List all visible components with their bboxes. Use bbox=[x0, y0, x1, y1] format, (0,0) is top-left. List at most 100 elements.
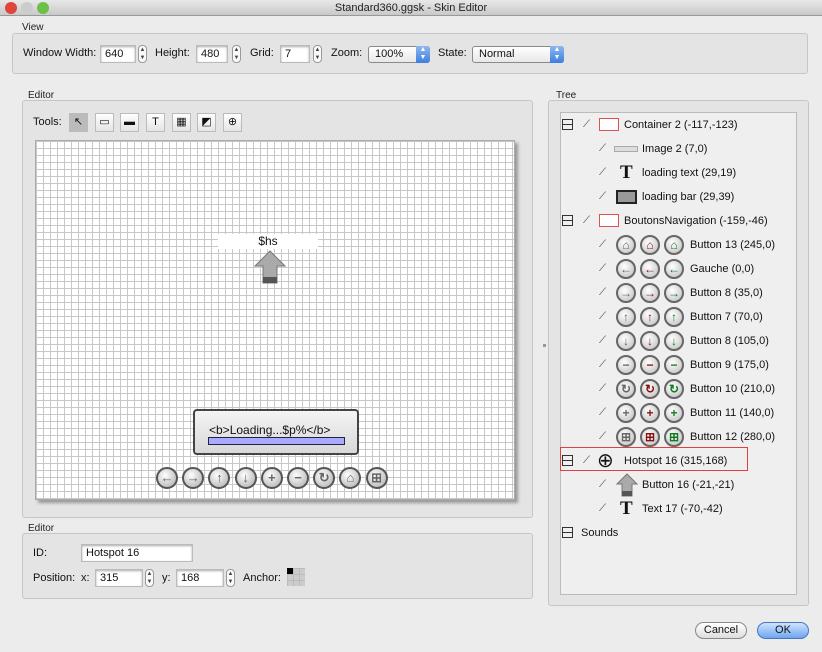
edit-pencil-icon[interactable]: ⟋ bbox=[599, 139, 606, 159]
grid-label: Grid: bbox=[250, 47, 274, 59]
id-label: ID: bbox=[33, 547, 48, 559]
title-bar: Standard360.ggsk - Skin Editor bbox=[0, 0, 822, 16]
cancel-button[interactable]: Cancel bbox=[695, 622, 747, 639]
button-state-icon: ↻ bbox=[616, 379, 636, 399]
edit-pencil-icon[interactable]: ⟋ bbox=[599, 379, 606, 399]
edit-pencil-icon[interactable]: ⟋ bbox=[599, 187, 606, 207]
button-state-icon: ← bbox=[640, 259, 660, 279]
tree-item[interactable]: ⟋ ⌂ ⌂ ⌂ Button 13 (245,0) bbox=[0, 235, 822, 255]
edit-pencil-icon[interactable]: ⟋ bbox=[599, 259, 606, 279]
minimize-button[interactable] bbox=[21, 2, 33, 14]
button-state-icon: ⌂ bbox=[640, 235, 660, 255]
button-state-icon: − bbox=[616, 355, 636, 375]
container-icon bbox=[599, 214, 619, 227]
tree-item[interactable]: ⟋ → → → Button 8 (35,0) bbox=[0, 283, 822, 303]
grid-input[interactable]: 7 bbox=[280, 45, 310, 63]
button-state-icon: ↓ bbox=[616, 331, 636, 351]
button-state-icon: + bbox=[640, 403, 660, 423]
tree-item[interactable]: ⟋ Tloading text (29,19) bbox=[0, 163, 822, 183]
edit-pencil-icon[interactable]: ⟋ bbox=[599, 283, 606, 303]
button-state-icon: ← bbox=[616, 259, 636, 279]
tree-item[interactable]: ⟋ ↓ ↓ ↓ Button 8 (105,0) bbox=[0, 331, 822, 351]
edit-pencil-icon[interactable]: ⟋ bbox=[599, 475, 606, 495]
rectangle-icon bbox=[616, 190, 637, 204]
button-state-icon: → bbox=[664, 283, 684, 303]
zoom-label: Zoom: bbox=[331, 47, 363, 59]
window-width-stepper[interactable]: ▲ ▼ bbox=[138, 45, 147, 63]
anchor-grid[interactable] bbox=[287, 568, 305, 586]
button-state-icon: ⊞ bbox=[664, 427, 684, 447]
edit-pencil-icon[interactable]: ⟋ bbox=[599, 307, 606, 327]
button-state-icon: ← bbox=[664, 259, 684, 279]
x-input[interactable]: 315 bbox=[95, 569, 143, 587]
close-button[interactable] bbox=[5, 2, 17, 14]
x-stepper[interactable]: ▲ ▼ bbox=[145, 569, 154, 587]
grid-stepper[interactable]: ▲ ▼ bbox=[313, 45, 322, 63]
button-state-icon: → bbox=[640, 283, 660, 303]
tree-item[interactable]: ⟋ Button 16 (-21,-21) bbox=[0, 473, 822, 497]
tree-item[interactable]: ⟋ ← ← ← Gauche (0,0) bbox=[0, 259, 822, 279]
tree-item[interactable]: ⟋ + + + Button 11 (140,0) bbox=[0, 403, 822, 423]
zoom-button[interactable] bbox=[37, 2, 49, 14]
tree-item[interactable]: ⟋ Image 2 (7,0) bbox=[0, 139, 822, 159]
button-state-icon: ↻ bbox=[664, 379, 684, 399]
button-state-icon: ⊞ bbox=[616, 427, 636, 447]
button-state-icon: ↑ bbox=[616, 307, 636, 327]
tree-item[interactable]: ⟋ ↑ ↑ ↑ Button 7 (70,0) bbox=[0, 307, 822, 327]
ok-button[interactable]: OK bbox=[757, 622, 809, 639]
button-state-icon: ↑ bbox=[664, 307, 684, 327]
edit-pencil-icon[interactable]: ⟋ bbox=[599, 235, 606, 255]
anchor-selected bbox=[287, 568, 293, 574]
anchor-label: Anchor: bbox=[243, 572, 281, 584]
view-label: View bbox=[22, 22, 44, 33]
collapse-icon[interactable] bbox=[562, 215, 573, 226]
edit-pencil-icon[interactable]: ⟋ bbox=[599, 163, 606, 183]
tree-item[interactable]: ⟋ ↻ ↻ ↻ Button 10 (210,0) bbox=[0, 379, 822, 399]
height-stepper[interactable]: ▲ ▼ bbox=[232, 45, 241, 63]
y-label: y: bbox=[162, 572, 171, 584]
edit-pencil-icon[interactable]: ⟋ bbox=[599, 355, 606, 375]
edit-pencil-icon[interactable]: ⟋ bbox=[599, 403, 606, 423]
splitter-handle[interactable] bbox=[543, 344, 546, 347]
collapse-icon[interactable] bbox=[562, 527, 573, 538]
edit-pencil-icon[interactable]: ⟋ bbox=[583, 211, 590, 231]
edit-pencil-icon[interactable]: ⟋ bbox=[583, 115, 590, 135]
tree-item[interactable]: ⟋ loading bar (29,39) bbox=[0, 187, 822, 207]
tree-item[interactable]: ⟋ ⊞ ⊞ ⊞ Button 12 (280,0) bbox=[0, 427, 822, 447]
button-state-icon: ↓ bbox=[664, 331, 684, 351]
tree-item[interactable]: ⟋ BoutonsNavigation (-159,-46) bbox=[0, 211, 822, 231]
tree-item[interactable]: ⟋ − − − Button 9 (175,0) bbox=[0, 355, 822, 375]
button-state-icon: ↻ bbox=[640, 379, 660, 399]
state-label: State: bbox=[438, 47, 467, 59]
image-icon bbox=[614, 146, 638, 152]
x-label: x: bbox=[81, 572, 90, 584]
properties-panel bbox=[22, 533, 533, 599]
container-icon bbox=[599, 118, 619, 131]
y-stepper[interactable]: ▲ ▼ bbox=[226, 569, 235, 587]
edit-pencil-icon[interactable]: ⟋ bbox=[599, 331, 606, 351]
button-state-icon: ↑ bbox=[640, 307, 660, 327]
button-state-icon: ⌂ bbox=[664, 235, 684, 255]
state-select[interactable]: Normal ▲ ▼ bbox=[472, 46, 564, 63]
height-input[interactable]: 480 bbox=[196, 45, 228, 63]
edit-pencil-icon[interactable]: ⟋ bbox=[599, 499, 606, 519]
id-input[interactable]: Hotspot 16 bbox=[81, 544, 193, 562]
window-width-label: Window Width: bbox=[23, 47, 97, 59]
tree-item[interactable]: ⟋ Container 2 (-117,-123) bbox=[0, 115, 822, 135]
zoom-select[interactable]: 100% ▲ ▼ bbox=[368, 46, 430, 63]
state-value: Normal bbox=[479, 48, 515, 60]
button-state-icon: ⊞ bbox=[640, 427, 660, 447]
position-label: Position: bbox=[33, 572, 76, 584]
button-state-icon: ⌂ bbox=[616, 235, 636, 255]
chevron-updown-icon: ▲ ▼ bbox=[550, 46, 564, 63]
text-icon: T bbox=[620, 498, 633, 519]
y-input[interactable]: 168 bbox=[176, 569, 224, 587]
collapse-icon[interactable] bbox=[562, 119, 573, 130]
chevron-updown-icon: ▲ ▼ bbox=[416, 46, 430, 63]
edit-pencil-icon[interactable]: ⟋ bbox=[599, 427, 606, 447]
zoom-value: 100% bbox=[375, 48, 404, 60]
window-width-input[interactable]: 640 bbox=[100, 45, 136, 63]
button-state-icon: ↓ bbox=[640, 331, 660, 351]
text-icon: T bbox=[620, 162, 633, 183]
tree-item[interactable]: ⟋ T Text 17 (-70,-42) bbox=[0, 499, 822, 519]
